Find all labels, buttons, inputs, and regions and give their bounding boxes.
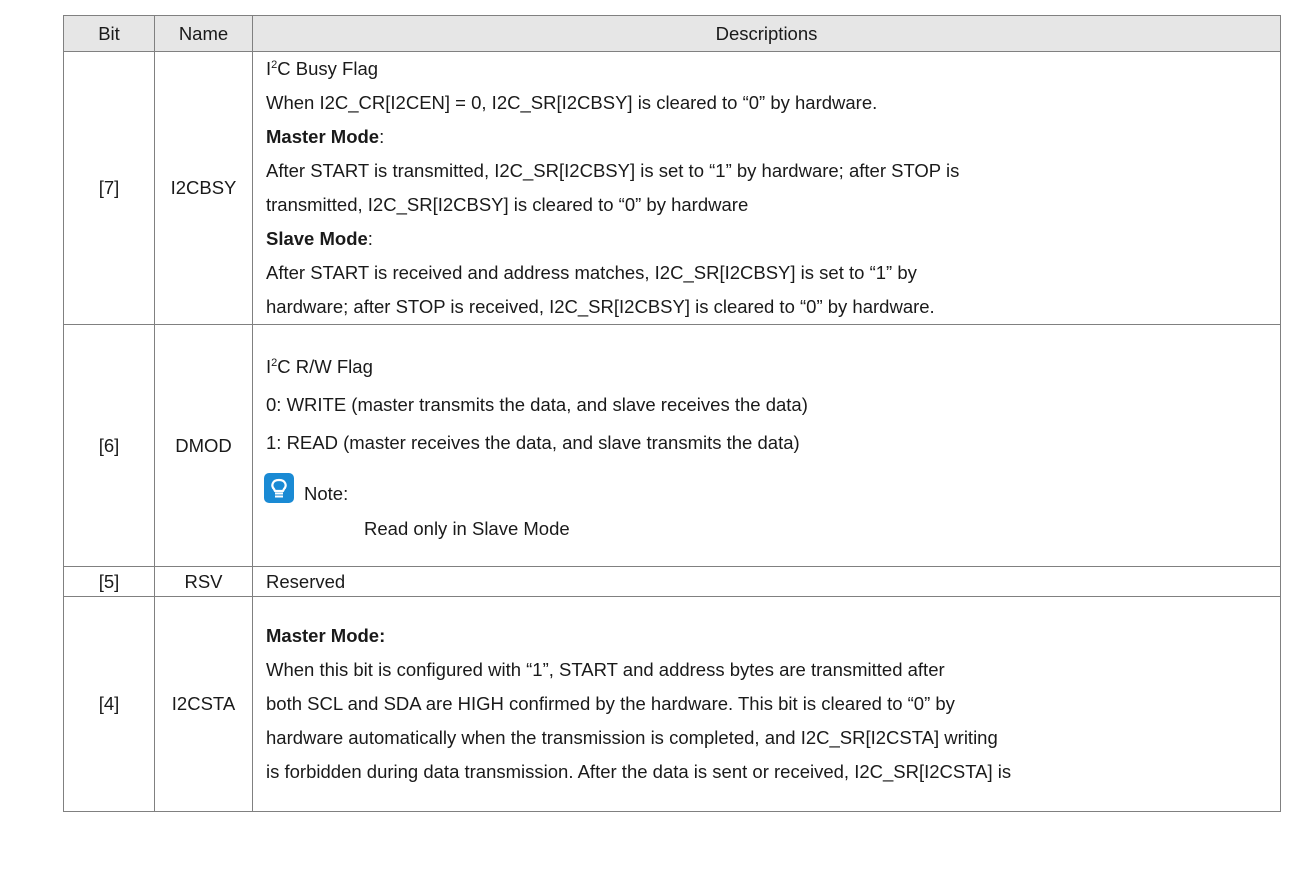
description-line: 0: WRITE (master transmits the data, and… [266, 393, 808, 415]
note-row: Note: [264, 462, 1274, 514]
description-line: 1: READ (master receives the data, and s… [266, 431, 800, 453]
description-line: When this bit is configured with “1”, ST… [266, 659, 945, 680]
name-cell: I2CSTA [154, 596, 253, 812]
header-descriptions: Descriptions [252, 15, 1281, 52]
description-cell: Reserved [252, 566, 1281, 597]
description-cell: I2C Busy Flag When I2C_CR[I2CEN] = 0, I2… [252, 51, 1281, 325]
field-title: I2C Busy Flag [266, 58, 379, 79]
table-row: [7] I2CBSY I2C Busy Flag When I2C_CR[I2C… [63, 51, 1281, 325]
name-cell: I2CBSY [154, 51, 253, 325]
field-title: I2C R/W Flag [266, 355, 373, 377]
note-text: Read only in Slave Mode [364, 517, 570, 539]
description-line: transmitted, I2C_SR[I2CBSY] is cleared t… [266, 194, 749, 215]
description-line: hardware automatically when the transmis… [266, 727, 998, 748]
description-line: After START is received and address matc… [266, 262, 917, 283]
name-cell: RSV [154, 566, 253, 597]
table-header-row: Bit Name Descriptions [63, 15, 1281, 52]
description-line: When I2C_CR[I2CEN] = 0, I2C_SR[I2CBSY] i… [266, 92, 878, 113]
table-row: [5] RSV Reserved [63, 566, 1281, 597]
bit-cell: [5] [63, 566, 155, 597]
mode-heading: Master Mode: [266, 126, 385, 147]
header-name: Name [154, 15, 253, 52]
table-row: [6] DMOD I2C R/W Flag 0: WRITE (master t… [63, 324, 1281, 567]
lightbulb-icon [264, 472, 294, 503]
bit-cell: [7] [63, 51, 155, 325]
description-line: After START is transmitted, I2C_SR[I2CBS… [266, 160, 960, 181]
description-cell: I2C R/W Flag 0: WRITE (master transmits … [252, 324, 1281, 567]
register-bit-table: Bit Name Descriptions [7] I2CBSY I2C Bus… [63, 15, 1281, 812]
description-cell: Master Mode: When this bit is configured… [252, 596, 1281, 812]
header-bit: Bit [63, 15, 155, 52]
description-line: both SCL and SDA are HIGH confirmed by t… [266, 693, 955, 714]
bit-cell: [6] [63, 324, 155, 567]
name-cell: DMOD [154, 324, 253, 567]
bit-cell: [4] [63, 596, 155, 812]
note-label: Note: [304, 482, 349, 504]
mode-heading: Master Mode: [266, 625, 386, 646]
description-line: is forbidden during data transmission. A… [266, 761, 1012, 782]
description-line: hardware; after STOP is received, I2C_SR… [266, 296, 935, 317]
table-row: [4] I2CSTA Master Mode: When this bit is… [63, 596, 1281, 812]
mode-heading: Slave Mode: [266, 228, 373, 249]
